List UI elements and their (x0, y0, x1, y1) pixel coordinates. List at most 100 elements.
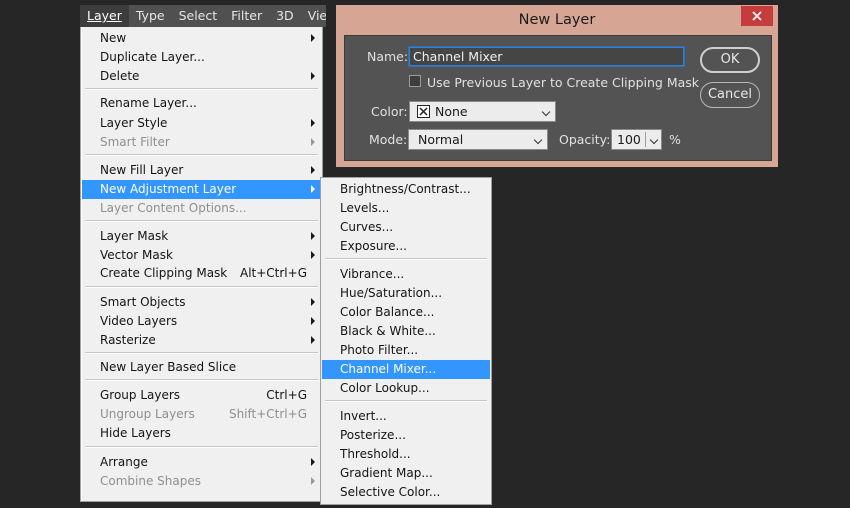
submenu-arrow-icon (311, 298, 315, 306)
menu-item-group-layers[interactable]: Group Layers Ctrl+G (82, 386, 321, 405)
submenu-item-label: Posterize... (340, 428, 406, 442)
menu-separator (85, 88, 318, 90)
menu-filter[interactable]: Filter (224, 5, 269, 27)
dialog-body: Name: Channel Mixer Use Previous Layer t… (344, 35, 772, 161)
submenu-item-label: Photo Filter... (340, 343, 419, 357)
menu-item-shortcut: Alt+Ctrl+G (239, 266, 307, 280)
submenu-item-label: Exposure... (340, 239, 407, 253)
menu-3d[interactable]: 3D (269, 5, 301, 27)
cancel-button[interactable]: Cancel (700, 82, 760, 108)
submenu-item-label: Selective Color... (340, 485, 441, 499)
close-button[interactable] (741, 6, 773, 26)
submenu-item-brightness-contrast[interactable]: Brightness/Contrast... (322, 180, 490, 199)
submenu-item-color-balance[interactable]: Color Balance... (322, 303, 490, 322)
menu-select[interactable]: Select (172, 5, 225, 27)
menu-type[interactable]: Type (129, 5, 172, 27)
submenu-item-vibrance[interactable]: Vibrance... (322, 265, 490, 284)
menu-item-new[interactable]: New (82, 29, 321, 48)
submenu-item-black-white[interactable]: Black & White... (322, 322, 490, 341)
no-color-swatch-icon (417, 105, 430, 118)
submenu-item-label: Vibrance... (340, 267, 405, 281)
submenu-arrow-icon (311, 119, 315, 127)
submenu-item-invert[interactable]: Invert... (322, 407, 490, 426)
menu-item-layer-style[interactable]: Layer Style (82, 114, 321, 133)
menu-item-vector-mask[interactable]: Vector Mask (82, 246, 321, 265)
clipping-mask-checkbox[interactable] (409, 75, 421, 87)
ok-button[interactable]: OK (700, 47, 760, 73)
submenu-item-label: Color Lookup... (340, 381, 430, 395)
menu-item-new-layer-based-slice[interactable]: New Layer Based Slice (82, 358, 321, 377)
name-label: Name: (367, 49, 409, 64)
submenu-item-photo-filter[interactable]: Photo Filter... (322, 341, 490, 360)
menu-separator (325, 258, 487, 260)
submenu-item-posterize[interactable]: Posterize... (322, 426, 490, 445)
menu-item-label: Group Layers (100, 388, 181, 402)
menu-item-label: Video Layers (100, 314, 178, 328)
menu-item-new-fill-layer[interactable]: New Fill Layer (82, 161, 321, 180)
submenu-arrow-icon (311, 458, 315, 466)
new-layer-dialog: New Layer Name: Channel Mixer Use Previo… (336, 5, 778, 167)
submenu-item-label: Curves... (340, 220, 394, 234)
submenu-arrow-icon (311, 72, 315, 80)
chevron-down-icon (533, 135, 543, 145)
submenu-arrow-icon (311, 138, 315, 146)
chevron-down-icon (649, 135, 659, 145)
menu-item-new-adjustment-layer[interactable]: New Adjustment Layer (82, 180, 321, 199)
menu-separator (85, 286, 318, 288)
menu-separator (85, 154, 318, 156)
menu-item-rename-layer[interactable]: Rename Layer... (82, 94, 321, 113)
submenu-item-selective-color[interactable]: Selective Color... (322, 483, 490, 502)
menu-layer[interactable]: Layer (80, 5, 129, 27)
submenu-item-label: Hue/Saturation... (340, 286, 443, 300)
opacity-value: 100 (617, 132, 641, 147)
opacity-label: Opacity: (559, 132, 611, 147)
menu-item-shortcut: Ctrl+G (266, 388, 307, 402)
menu-view[interactable]: View (301, 5, 326, 27)
menu-item-hide-layers[interactable]: Hide Layers (82, 424, 321, 443)
submenu-arrow-icon (311, 34, 315, 42)
menu-item-layer-mask[interactable]: Layer Mask (82, 227, 321, 246)
menu-item-label: Rasterize (100, 333, 156, 347)
opacity-field[interactable]: 100 (611, 129, 662, 150)
menu-item-video-layers[interactable]: Video Layers (82, 312, 321, 331)
menu-item-duplicate-layer[interactable]: Duplicate Layer... (82, 48, 321, 67)
menu-item-label: Combine Shapes (100, 474, 201, 488)
submenu-item-color-lookup[interactable]: Color Lookup... (322, 379, 490, 398)
mode-dropdown[interactable]: Normal (408, 129, 548, 150)
submenu-item-levels[interactable]: Levels... (322, 199, 490, 218)
submenu-item-exposure[interactable]: Exposure... (322, 237, 490, 256)
menu-item-smart-objects[interactable]: Smart Objects (82, 293, 321, 312)
menu-item-label: Rename Layer... (100, 96, 197, 110)
submenu-arrow-icon (311, 336, 315, 344)
submenu-item-gradient-map[interactable]: Gradient Map... (322, 464, 490, 483)
menu-item-layer-content-options: Layer Content Options... (82, 199, 321, 218)
menu-item-label: Smart Filter (100, 135, 170, 149)
menu-item-rasterize[interactable]: Rasterize (82, 331, 321, 350)
menu-separator (85, 220, 318, 222)
dialog-title: New Layer (518, 12, 596, 28)
menu-item-label: Layer Style (100, 116, 168, 130)
submenu-item-hue-saturation[interactable]: Hue/Saturation... (322, 284, 490, 303)
menu-item-label: Delete (100, 69, 140, 83)
submenu-item-curves[interactable]: Curves... (322, 218, 490, 237)
name-input[interactable]: Channel Mixer (408, 46, 685, 67)
menu-item-label: Vector Mask (100, 248, 173, 262)
submenu-arrow-icon (311, 317, 315, 325)
menu-item-label: New Fill Layer (100, 163, 184, 177)
menu-item-smart-filter: Smart Filter (82, 133, 321, 152)
clipping-mask-label: Use Previous Layer to Create Clipping Ma… (427, 75, 700, 90)
menu-bar: Layer Type Select Filter 3D View (80, 5, 326, 27)
submenu-item-threshold[interactable]: Threshold... (322, 445, 490, 464)
color-label: Color: (371, 104, 408, 119)
menu-item-create-clipping-mask[interactable]: Create Clipping Mask Alt+Ctrl+G (82, 264, 321, 283)
menu-item-label: Arrange (100, 455, 148, 469)
submenu-arrow-icon (311, 185, 315, 193)
submenu-item-channel-mixer[interactable]: Channel Mixer... (322, 360, 490, 379)
menu-item-label: Layer Content Options... (100, 201, 247, 215)
menu-item-ungroup-layers: Ungroup Layers Shift+Ctrl+G (82, 405, 321, 424)
field-divider (645, 132, 646, 147)
menu-item-arrange[interactable]: Arrange (82, 453, 321, 472)
color-dropdown[interactable]: None (409, 101, 556, 122)
menu-item-delete[interactable]: Delete (82, 67, 321, 86)
submenu-item-label: Levels... (340, 201, 390, 215)
